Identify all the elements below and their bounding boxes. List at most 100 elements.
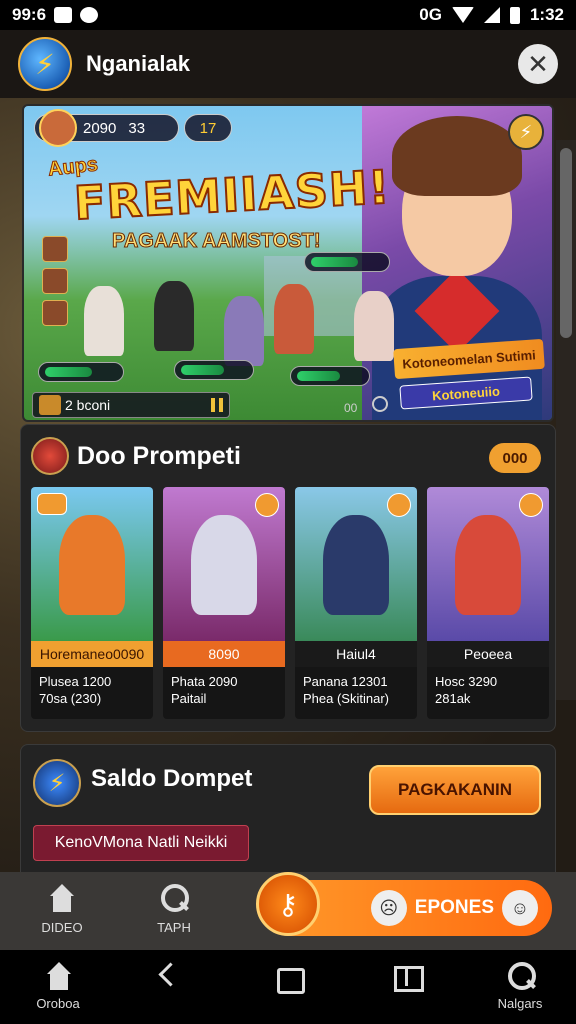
status-time: 1:32 xyxy=(529,5,564,24)
overview-icon xyxy=(274,962,305,994)
nav-home-label: DIDEO xyxy=(41,920,83,935)
game-meta-line2: Phea (Skitinar) xyxy=(303,691,389,706)
game-card[interactable]: Horemaneo0090 Plusea 1200 70sa (230) xyxy=(31,487,153,719)
game-meta: Panana 12301 Phea (Skitinar) xyxy=(303,673,389,707)
wallet-title: Saldo Dompet xyxy=(91,765,253,792)
app-title: Nganialak xyxy=(86,51,190,76)
fighter-figure xyxy=(224,296,264,366)
chest-icon xyxy=(39,395,61,415)
competition-header: Doo Prompeti xyxy=(31,437,241,475)
health-bar xyxy=(174,360,254,380)
game-character xyxy=(191,515,257,615)
status-wifi-label: 0G xyxy=(419,5,442,24)
game-meta-line2: 70sa (230) xyxy=(39,691,102,706)
close-button[interactable]: ✕ xyxy=(518,44,558,84)
search-icon xyxy=(506,962,536,990)
game-meta-line2: Paitail xyxy=(171,691,207,706)
wifi-icon xyxy=(451,7,474,23)
notification-icon xyxy=(54,7,73,23)
smile-icon: ☺ xyxy=(502,890,538,926)
game-art xyxy=(31,487,153,641)
book-icon xyxy=(392,962,424,992)
face-icon: ☹ xyxy=(370,890,407,926)
sys-search-label: Nalgars xyxy=(497,996,543,1011)
game-card[interactable]: Haiul4 Panana 12301 Phea (Skitinar) xyxy=(295,487,417,719)
pause-icon[interactable] xyxy=(211,398,223,412)
game-meta-line1: Plusea 1200 xyxy=(39,674,112,689)
player-avatar xyxy=(39,109,77,147)
system-nav-bar: Oroboa Nalgars xyxy=(0,950,576,1024)
banner-headline: FREMIIASH! xyxy=(72,159,393,231)
competition-title: Doo Prompeti xyxy=(77,441,241,470)
banner-page-number: 00 xyxy=(344,401,358,415)
home-icon xyxy=(44,962,72,990)
game-character xyxy=(323,515,389,615)
home-icon xyxy=(47,884,77,914)
close-tag-icon xyxy=(255,493,279,517)
search-icon xyxy=(159,884,189,914)
game-name: Peoeea xyxy=(427,641,549,667)
game-meta-line1: Panana 12301 xyxy=(303,674,388,689)
status-bar: 99:6 0G 1:32 xyxy=(0,0,576,30)
health-bar xyxy=(38,362,124,382)
sys-home[interactable]: Oroboa xyxy=(28,962,88,1011)
banner-pill-extra: 33 xyxy=(128,119,146,137)
app-bottom-nav: DIDEO TAPH ☹ EPONES ☺ ⚷ xyxy=(0,872,576,950)
game-meta: Phata 2090 Paitail xyxy=(171,673,238,707)
game-meta-line1: Hosc 3290 xyxy=(435,674,498,689)
app-notification-icon xyxy=(80,7,99,23)
game-meta: Plusea 1200 70sa (230) xyxy=(39,673,111,707)
nav-search[interactable]: TAPH xyxy=(134,884,214,935)
banner-bottom-strip: 2 bconi xyxy=(32,392,230,418)
sys-overview[interactable] xyxy=(258,962,318,996)
sys-home-label: Oroboa xyxy=(36,996,80,1011)
battery-icon xyxy=(509,6,520,24)
back-icon xyxy=(154,962,182,990)
health-bar xyxy=(290,366,370,386)
competition-section: Doo Prompeti 000 Horemaneo0090 Plusea 12… xyxy=(20,424,556,732)
wallet-section: ⚡ Saldo Dompet PAGKAKANIN KenoVMona Natl… xyxy=(20,744,556,884)
game-name: Horemaneo0090 xyxy=(31,641,153,667)
competition-badge[interactable]: 000 xyxy=(489,443,541,473)
fighter-figure xyxy=(84,286,124,356)
banner-player-pill: 2090 33 xyxy=(34,109,179,147)
scrollbar[interactable] xyxy=(556,140,576,700)
cta-label: EPONES xyxy=(414,897,494,918)
sys-book[interactable] xyxy=(376,962,436,996)
fighter-figure xyxy=(354,291,394,361)
close-tag-icon xyxy=(387,493,411,517)
promo-banner[interactable]: 2090 33 17 ⚡ Aups FREMIIASH! PAGAAK AAMS… xyxy=(22,104,554,422)
game-character xyxy=(455,515,521,615)
game-art xyxy=(427,487,549,641)
lightning-icon: ⚡ xyxy=(33,759,81,807)
zoom-icon[interactable] xyxy=(372,396,388,412)
signal-icon xyxy=(483,7,500,23)
banner-subline: PAGAAK AAMSTOST! xyxy=(112,230,322,253)
item-icon xyxy=(42,300,68,326)
game-tag-icon xyxy=(37,493,67,515)
wallet-action-button[interactable]: PAGKAKANIN xyxy=(369,765,541,815)
game-card[interactable]: 8090 Phata 2090 Paitail xyxy=(163,487,285,719)
app-header: ⚡ Nganialak ✕ xyxy=(0,30,576,98)
nav-home[interactable]: DIDEO xyxy=(22,884,102,935)
game-meta-line2: 281ak xyxy=(435,691,471,706)
fighter-figure xyxy=(154,281,194,351)
competition-icon xyxy=(31,437,69,475)
game-meta: Hosc 3290 281ak xyxy=(435,673,497,707)
sys-back[interactable] xyxy=(138,962,198,996)
game-card[interactable]: Peoeea Hosc 3290 281ak xyxy=(427,487,549,719)
status-time-left: 99:6 xyxy=(12,5,47,24)
banner-side-icons xyxy=(42,236,68,326)
key-icon[interactable]: ⚷ xyxy=(256,872,320,936)
game-art xyxy=(163,487,285,641)
scrollbar-thumb[interactable] xyxy=(560,148,572,338)
game-art xyxy=(295,487,417,641)
sys-search[interactable]: Nalgars xyxy=(490,962,550,1011)
banner-score: 17 xyxy=(184,114,232,142)
health-bar xyxy=(304,252,390,272)
game-cards-row: Horemaneo0090 Plusea 1200 70sa (230) 809… xyxy=(31,487,549,719)
close-tag-icon xyxy=(519,493,543,517)
game-name: 8090 xyxy=(163,641,285,667)
wallet-note[interactable]: KenoVMona Natli Neikki xyxy=(33,825,249,861)
app-logo-icon: ⚡ xyxy=(18,37,72,91)
